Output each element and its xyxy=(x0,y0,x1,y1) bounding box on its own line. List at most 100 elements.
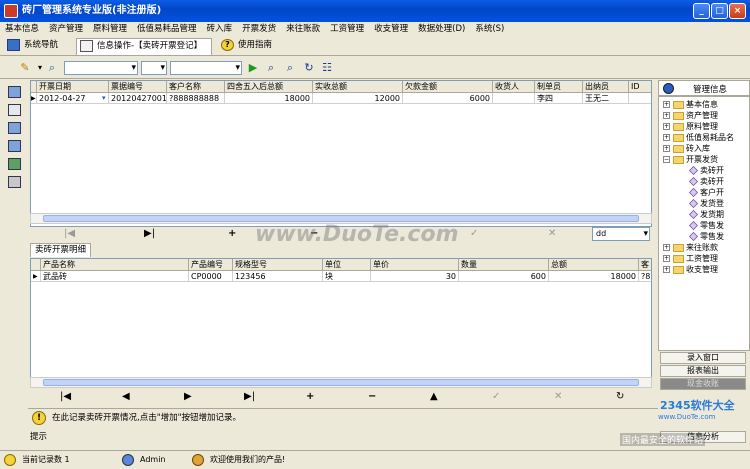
first-record-button[interactable]: |◀ xyxy=(60,391,71,403)
last-record-button[interactable]: ▶| xyxy=(244,391,255,403)
cell-owed[interactable]: 6000 xyxy=(403,93,493,104)
find-next-icon[interactable]: ⌕ xyxy=(283,61,297,75)
chart-icon[interactable] xyxy=(8,158,21,170)
cell-cashier[interactable]: 王无二 xyxy=(583,93,629,104)
tree-leaf-invoice[interactable]: 卖砖开 xyxy=(689,166,724,176)
column-header[interactable]: 产品编号 xyxy=(189,259,233,271)
cell-rounded-total[interactable]: 18000 xyxy=(225,93,313,104)
report-icon[interactable] xyxy=(8,140,21,152)
cell-dropdown-icon[interactable]: ▾ xyxy=(102,94,106,102)
cell-customer[interactable]: ?888888888 xyxy=(167,93,225,104)
tree-leaf-retail[interactable]: 零售发 xyxy=(689,221,724,231)
report-output-button[interactable]: 报表输出 xyxy=(660,365,746,377)
tree-leaf-retail-2[interactable]: 零售发 xyxy=(689,232,724,242)
find-icon[interactable]: ⌕ xyxy=(264,61,278,75)
tree-node-materials[interactable]: + 原料管理 xyxy=(663,122,718,132)
column-header[interactable]: 单位 xyxy=(323,259,371,271)
menu-materials[interactable]: 原料管理 xyxy=(88,22,132,36)
pencil-icon[interactable]: ✎ xyxy=(18,61,32,75)
cell-maker[interactable]: 李四 xyxy=(535,93,583,104)
run-icon[interactable]: ▶ xyxy=(246,61,260,75)
column-header[interactable]: 票据编号 xyxy=(109,81,167,93)
cell-bill-no[interactable]: 20120427001 xyxy=(109,93,167,104)
column-header[interactable]: 四舍五入后总额 xyxy=(225,81,313,93)
column-header[interactable]: 总额 xyxy=(549,259,639,271)
tree-node-salary[interactable]: + 工资管理 xyxy=(663,254,718,264)
cell-receiver[interactable] xyxy=(493,93,535,104)
tree-node-invoicing[interactable]: − 开票发货 xyxy=(663,155,718,165)
tree-leaf-shipping[interactable]: 发货登 xyxy=(689,199,724,209)
post-record-button[interactable]: ✓ xyxy=(470,228,478,240)
cash-receipt-button[interactable]: 现金收账 xyxy=(660,378,746,390)
field-combo[interactable] xyxy=(64,61,138,75)
menu-accounts[interactable]: 来往账款 xyxy=(281,22,325,36)
grid-icon[interactable] xyxy=(8,86,21,98)
column-header[interactable]: 欠款金额 xyxy=(403,81,493,93)
tree-node-income[interactable]: + 收支管理 xyxy=(663,265,718,275)
entry-window-button[interactable]: 录入窗口 xyxy=(660,352,746,364)
cell-spec[interactable]: 123456 xyxy=(233,271,323,282)
column-header[interactable]: ID xyxy=(629,81,651,93)
cell-unit[interactable]: 块 xyxy=(323,271,371,282)
menu-invoicing[interactable]: 开票发货 xyxy=(237,22,281,36)
add-record-button[interactable]: + xyxy=(228,228,236,240)
cell-id[interactable] xyxy=(629,93,651,104)
add-record-button[interactable]: + xyxy=(306,391,314,403)
filter-combo[interactable]: dd xyxy=(592,227,650,241)
menu-basic-info[interactable]: 基本信息 xyxy=(0,22,44,36)
menu-system[interactable]: 系统(S) xyxy=(470,22,509,36)
scroll-thumb[interactable] xyxy=(43,379,639,386)
cell-total[interactable]: 18000 xyxy=(549,271,639,282)
column-header[interactable]: 单价 xyxy=(371,259,459,271)
column-header[interactable]: 产品名称 xyxy=(41,259,189,271)
cancel-record-button[interactable]: ✕ xyxy=(554,391,562,403)
menu-income[interactable]: 收支管理 xyxy=(369,22,413,36)
filter-icon[interactable]: ☷ xyxy=(320,61,334,75)
column-header[interactable]: 客 xyxy=(639,259,651,271)
menu-assets[interactable]: 资产管理 xyxy=(44,22,88,36)
tab-guide[interactable]: ? 使用指南 xyxy=(218,38,286,55)
column-header[interactable]: 出纳员 xyxy=(583,81,629,93)
value-combo[interactable] xyxy=(170,61,242,75)
column-header[interactable]: 实收总额 xyxy=(313,81,403,93)
form-icon[interactable] xyxy=(8,122,21,134)
scroll-thumb[interactable] xyxy=(43,215,639,222)
maximize-button[interactable]: □ xyxy=(711,3,728,19)
tab-info-operation[interactable]: 信息操作-【卖砖开票登记】 xyxy=(76,38,212,55)
cell-quantity[interactable]: 600 xyxy=(459,271,549,282)
tree-node-brick-in[interactable]: + 砖入库 xyxy=(663,144,710,154)
delete-record-button[interactable]: − xyxy=(368,391,376,403)
minimize-button[interactable]: _ xyxy=(693,3,710,19)
menu-data[interactable]: 数据处理(D) xyxy=(413,22,470,36)
column-header[interactable]: 数量 xyxy=(459,259,549,271)
tree-node-accounts[interactable]: + 来往账款 xyxy=(663,243,718,253)
cell-date[interactable]: 2012-04-27 xyxy=(37,93,109,104)
trash-icon[interactable] xyxy=(8,176,21,188)
next-record-button[interactable]: ▶ xyxy=(184,391,192,403)
tree-leaf-shipping-period[interactable]: 发货期 xyxy=(689,210,724,220)
prior-record-button[interactable]: ◀ xyxy=(122,391,130,403)
menu-brick-in[interactable]: 砖入库 xyxy=(202,22,238,36)
column-header[interactable]: 收货人 xyxy=(493,81,535,93)
post-record-button[interactable]: ✓ xyxy=(492,391,500,403)
column-header[interactable]: 制单员 xyxy=(535,81,583,93)
tree-node-assets[interactable]: + 资产管理 xyxy=(663,111,718,121)
menu-consumables[interactable]: 低值易耗品管理 xyxy=(132,22,202,36)
refresh-icon[interactable]: ↻ xyxy=(302,61,316,75)
operator-combo[interactable] xyxy=(141,61,167,75)
tab-system-nav[interactable]: 系统导航 xyxy=(4,38,72,55)
tree-leaf-customer-invoice[interactable]: 客户开 xyxy=(689,188,724,198)
menu-salary[interactable]: 工资管理 xyxy=(325,22,369,36)
tree-leaf-invoice-2[interactable]: 卖砖开 xyxy=(689,177,724,187)
first-record-button[interactable]: |◀ xyxy=(64,228,75,240)
close-button[interactable]: × xyxy=(729,3,746,19)
last-record-button[interactable]: ▶| xyxy=(144,228,155,240)
edit-record-button[interactable]: ▲ xyxy=(430,391,438,403)
cell-product-name[interactable]: 武品砖 xyxy=(41,271,189,282)
cell-product-code[interactable]: CP0000 xyxy=(189,271,233,282)
cell-customer[interactable]: ?8 xyxy=(639,271,651,282)
tab-detail[interactable]: 卖砖开票明细 xyxy=(30,243,92,257)
tree-node-consumables[interactable]: + 低值易耗品名 xyxy=(663,133,734,143)
cell-price[interactable]: 30 xyxy=(371,271,459,282)
tools-icon[interactable] xyxy=(8,104,21,116)
